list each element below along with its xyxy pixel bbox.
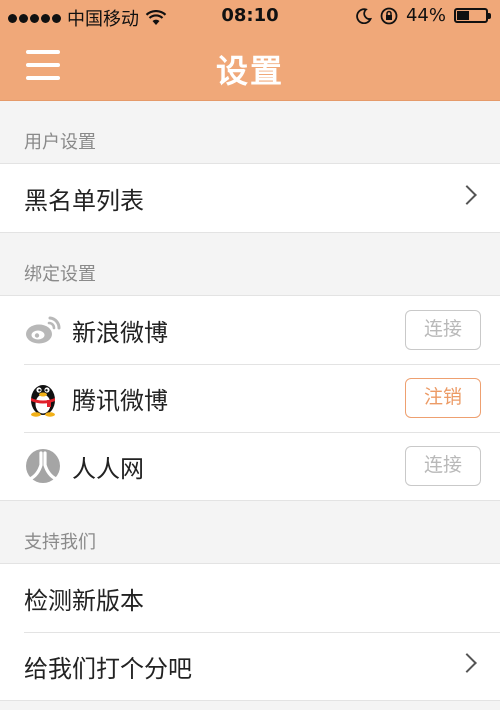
sina-weibo-row: 新浪微博 连接 <box>0 296 500 364</box>
section-header-binding: 绑定设置 <box>0 233 500 295</box>
renren-label: 人人网 <box>72 454 144 483</box>
battery-icon <box>454 8 491 23</box>
tencent-weibo-label: 腾讯微博 <box>72 386 168 415</box>
tencent-weibo-logout-button[interactable]: 注销 <box>405 378 481 418</box>
binding-settings-group: 新浪微博 连接 腾讯微博 注销 人人网 连接 <box>0 295 500 501</box>
renren-connect-button[interactable]: 连接 <box>405 446 481 486</box>
status-bar: 中国移动 08:10 44% <box>0 0 500 32</box>
sina-weibo-connect-button[interactable]: 连接 <box>405 310 481 350</box>
page-title: 设置 <box>215 52 284 90</box>
rate-us-row[interactable]: 给我们打个分吧 <box>0 632 500 700</box>
section-header-support: 支持我们 <box>0 501 500 563</box>
blacklist-row[interactable]: 黑名单列表 <box>0 164 500 232</box>
rotation-lock-icon <box>380 7 398 24</box>
renren-icon <box>24 447 62 485</box>
sina-weibo-label: 新浪微博 <box>72 318 168 347</box>
rate-us-label: 给我们打个分吧 <box>24 654 192 683</box>
tencent-weibo-row: 腾讯微博 注销 <box>0 364 500 432</box>
section-header-user: 用户设置 <box>0 101 500 163</box>
chevron-right-icon <box>457 653 477 673</box>
qq-penguin-icon <box>24 379 62 417</box>
support-group: 检测新版本 给我们打个分吧 <box>0 563 500 701</box>
status-right: 44% <box>356 5 491 26</box>
app-header: 中国移动 08:10 44% 设置 <box>0 0 500 101</box>
blacklist-label: 黑名单列表 <box>24 186 144 215</box>
chevron-right-icon <box>457 185 477 205</box>
nav-bar: 设置 <box>0 32 500 101</box>
battery-percent: 44% <box>405 5 446 26</box>
moon-icon <box>356 7 372 24</box>
renren-row: 人人网 连接 <box>0 432 500 500</box>
weibo-icon <box>24 311 62 349</box>
check-version-label: 检测新版本 <box>24 586 144 615</box>
user-settings-group: 黑名单列表 <box>0 163 500 233</box>
check-version-row[interactable]: 检测新版本 <box>0 564 500 632</box>
